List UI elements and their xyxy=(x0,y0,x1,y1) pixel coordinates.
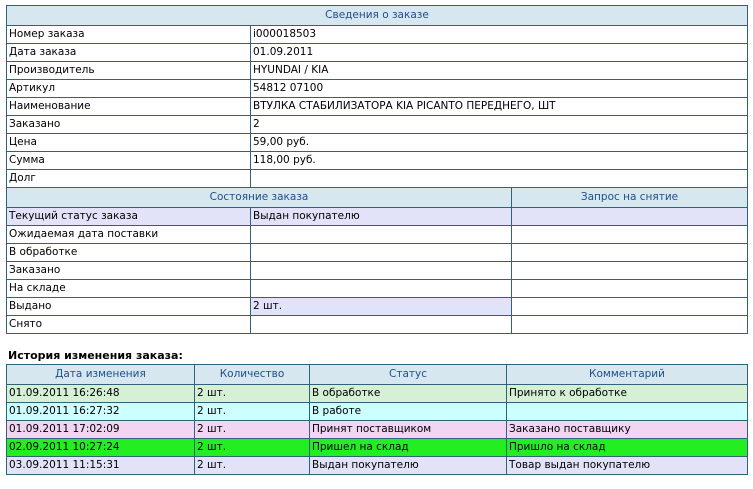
history-col-status: Статус xyxy=(309,364,507,385)
history-date: 01.09.2011 17:02:09 xyxy=(6,420,195,439)
order-info-header: Сведения о заказе xyxy=(6,5,748,26)
value-manufacturer: HYUNDAI / KIA xyxy=(250,61,748,80)
request-current-status xyxy=(511,207,748,226)
history-col-quantity: Количество xyxy=(194,364,310,385)
table-row: 01.09.2011 17:02:09 2 шт. Принят поставщ… xyxy=(6,420,748,439)
history-date: 02.09.2011 10:27:24 xyxy=(6,438,195,457)
label-current-status: Текущий статус заказа xyxy=(6,207,251,226)
history-col-date: Дата изменения xyxy=(6,364,195,385)
history-qty: 2 шт. xyxy=(194,420,310,439)
value-in-stock xyxy=(250,279,512,298)
removal-request-header: Запрос на снятие xyxy=(511,187,748,208)
label-processing: В обработке xyxy=(6,243,251,262)
history-date: 01.09.2011 16:26:48 xyxy=(6,384,195,403)
label-price: Цена xyxy=(6,133,251,152)
history-qty: 2 шт. xyxy=(194,438,310,457)
history-table: Дата изменения Количество Статус Коммент… xyxy=(6,364,748,475)
history-status: В работе xyxy=(309,402,507,421)
value-article: 54812 07100 xyxy=(250,79,748,98)
order-details-table: Сведения о заказе Номер заказа i000018503… xyxy=(6,5,748,334)
history-qty: 2 шт. xyxy=(194,456,310,475)
value-ordered-qty: 2 xyxy=(250,115,748,134)
history-qty: 2 шт. xyxy=(194,402,310,421)
value-order-date: 01.09.2011 xyxy=(250,43,748,62)
history-date: 01.09.2011 16:27:32 xyxy=(6,402,195,421)
label-expected-date: Ожидаемая дата поставки xyxy=(6,225,251,244)
table-row: 02.09.2011 10:27:24 2 шт. Пришел на скла… xyxy=(6,438,748,457)
value-processing xyxy=(250,243,512,262)
value-state-ordered xyxy=(250,261,512,280)
label-ordered-qty: Заказано xyxy=(6,115,251,134)
label-article: Артикул xyxy=(6,79,251,98)
history-status: В обработке xyxy=(309,384,507,403)
history-comment: Принято к обработке xyxy=(506,384,748,403)
table-row: 01.09.2011 16:26:48 2 шт. В обработке Пр… xyxy=(6,384,748,403)
label-order-number: Номер заказа xyxy=(6,25,251,44)
label-debt: Долг xyxy=(6,169,251,188)
history-status: Выдан покупателю xyxy=(309,456,507,475)
history-comment xyxy=(506,402,748,421)
value-sum: 118,00 руб. xyxy=(250,151,748,170)
history-comment: Товар выдан покупателю xyxy=(506,456,748,475)
order-state-header: Состояние заказа xyxy=(6,187,512,208)
request-removed xyxy=(511,315,748,334)
history-date: 03.09.2011 11:15:31 xyxy=(6,456,195,475)
label-name: Наименование xyxy=(6,97,251,116)
value-issued: 2 шт. xyxy=(250,297,512,316)
label-sum: Сумма xyxy=(6,151,251,170)
value-price: 59,00 руб. xyxy=(250,133,748,152)
history-comment: Заказано поставщику xyxy=(506,420,748,439)
value-name: ВТУЛКА СТАБИЛИЗАТОРА KIA PICANTO ПЕРЕДНЕ… xyxy=(250,97,748,116)
label-in-stock: На складе xyxy=(6,279,251,298)
label-state-ordered: Заказано xyxy=(6,261,251,280)
request-state-ordered xyxy=(511,261,748,280)
history-title: История изменения заказа: xyxy=(8,349,183,362)
label-manufacturer: Производитель xyxy=(6,61,251,80)
history-status: Принят поставщиком xyxy=(309,420,507,439)
history-status: Пришел на склад xyxy=(309,438,507,457)
request-in-stock xyxy=(511,279,748,298)
request-issued xyxy=(511,297,748,316)
value-removed xyxy=(250,315,512,334)
table-row: 01.09.2011 16:27:32 2 шт. В работе xyxy=(6,402,748,421)
history-qty: 2 шт. xyxy=(194,384,310,403)
history-col-comment: Комментарий xyxy=(506,364,748,385)
value-current-status: Выдан покупателю xyxy=(250,207,512,226)
label-order-date: Дата заказа xyxy=(6,43,251,62)
label-issued: Выдано xyxy=(6,297,251,316)
label-removed: Снято xyxy=(6,315,251,334)
value-expected-date xyxy=(250,225,512,244)
request-expected-date xyxy=(511,225,748,244)
table-row: 03.09.2011 11:15:31 2 шт. Выдан покупате… xyxy=(6,456,748,475)
value-order-number: i000018503 xyxy=(250,25,748,44)
request-processing xyxy=(511,243,748,262)
value-debt xyxy=(250,169,748,188)
history-comment: Пришло на склад xyxy=(506,438,748,457)
